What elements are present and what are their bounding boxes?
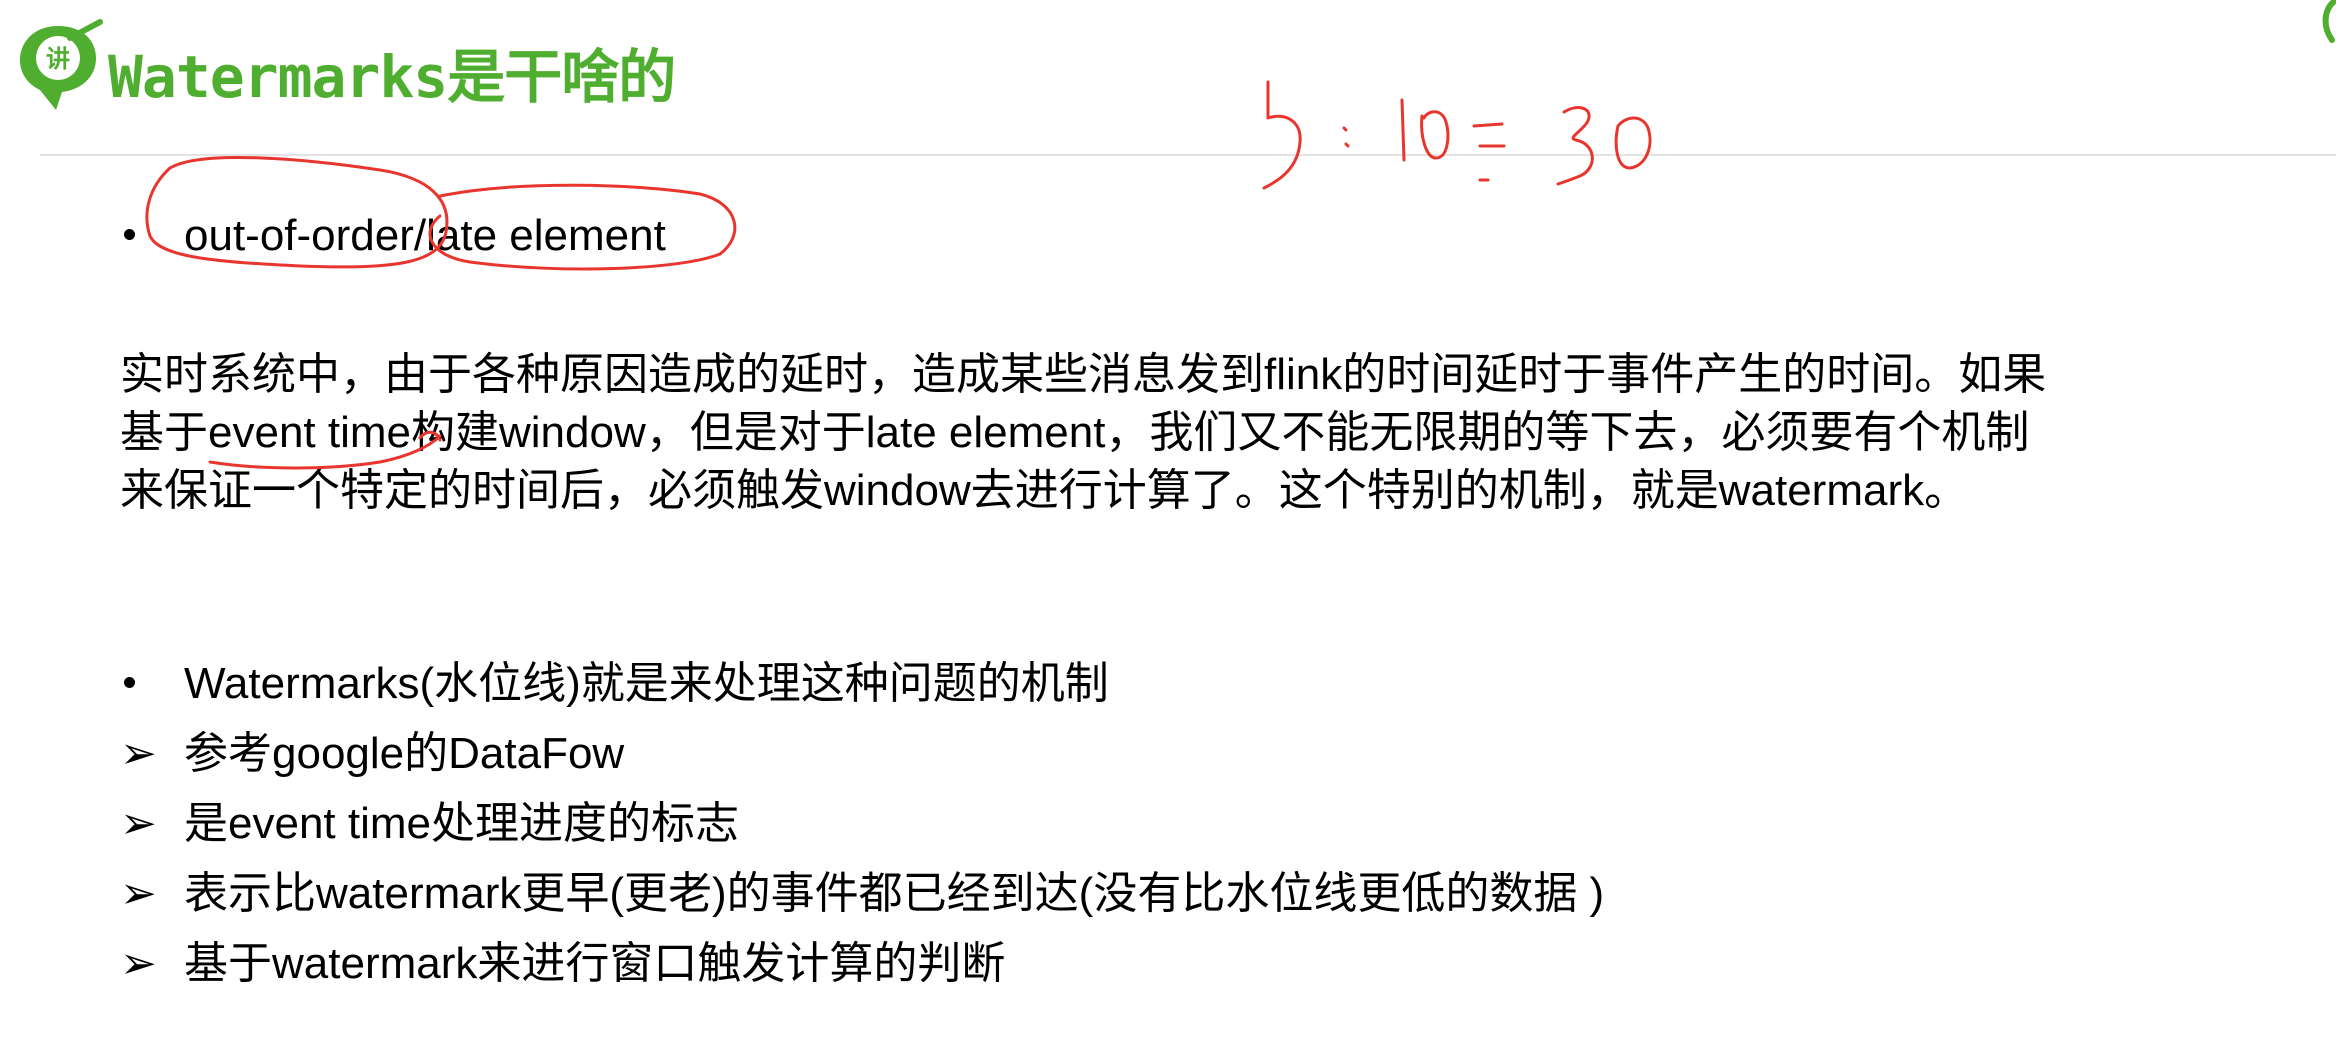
sub-list-text: 基于watermark来进行窗口触发计算的判断 (184, 939, 1006, 988)
arrow-bullet-icon: ➢ (120, 869, 157, 918)
paragraph-line: 实时系统中，由于各种原因造成的延时，造成某些消息发到flink的时间延时于事件产… (120, 350, 2047, 399)
arrow-bullet-icon: ➢ (120, 799, 157, 848)
arrow-bullet-icon: ➢ (120, 729, 157, 778)
title-divider (40, 154, 2336, 156)
bullet-dot-icon (124, 228, 135, 240)
page-title: Watermarks是干啥的 (108, 43, 676, 111)
corner-decoration-icon (2322, 0, 2336, 43)
slide: 讲 Watermarks是干啥的 out-of-order/late eleme… (0, 0, 2336, 1048)
bullet-text: Watermarks(水位线)就是来处理这种问题的机制 (184, 659, 1109, 708)
arrow-bullet-icon: ➢ (120, 939, 157, 988)
bullet-text: out-of-order/late element (184, 211, 666, 260)
paragraph-line: 基于event time构建window，但是对于late element，我们… (120, 408, 2030, 457)
speech-bubble-check-icon: 讲 (20, 19, 103, 110)
explanation-paragraph: 实时系统中，由于各种原因造成的延时，造成某些消息发到flink的时间延时于事件产… (120, 346, 2270, 520)
sub-list-text: 是event time处理进度的标志 (184, 799, 739, 848)
logo-text: 讲 (46, 45, 70, 73)
paragraph-line: 来保证一个特定的时间后，必须触发window去进行计算了。这个特别的机制，就是w… (120, 466, 1969, 515)
sub-list-text: 参考google的DataFow (184, 729, 625, 778)
handwritten-note (1262, 80, 1652, 190)
sub-list-text: 表示比watermark更早(更老)的事件都已经到达(没有比水位线更低的数据 ) (184, 869, 1605, 918)
bullet-dot-icon (124, 676, 135, 688)
